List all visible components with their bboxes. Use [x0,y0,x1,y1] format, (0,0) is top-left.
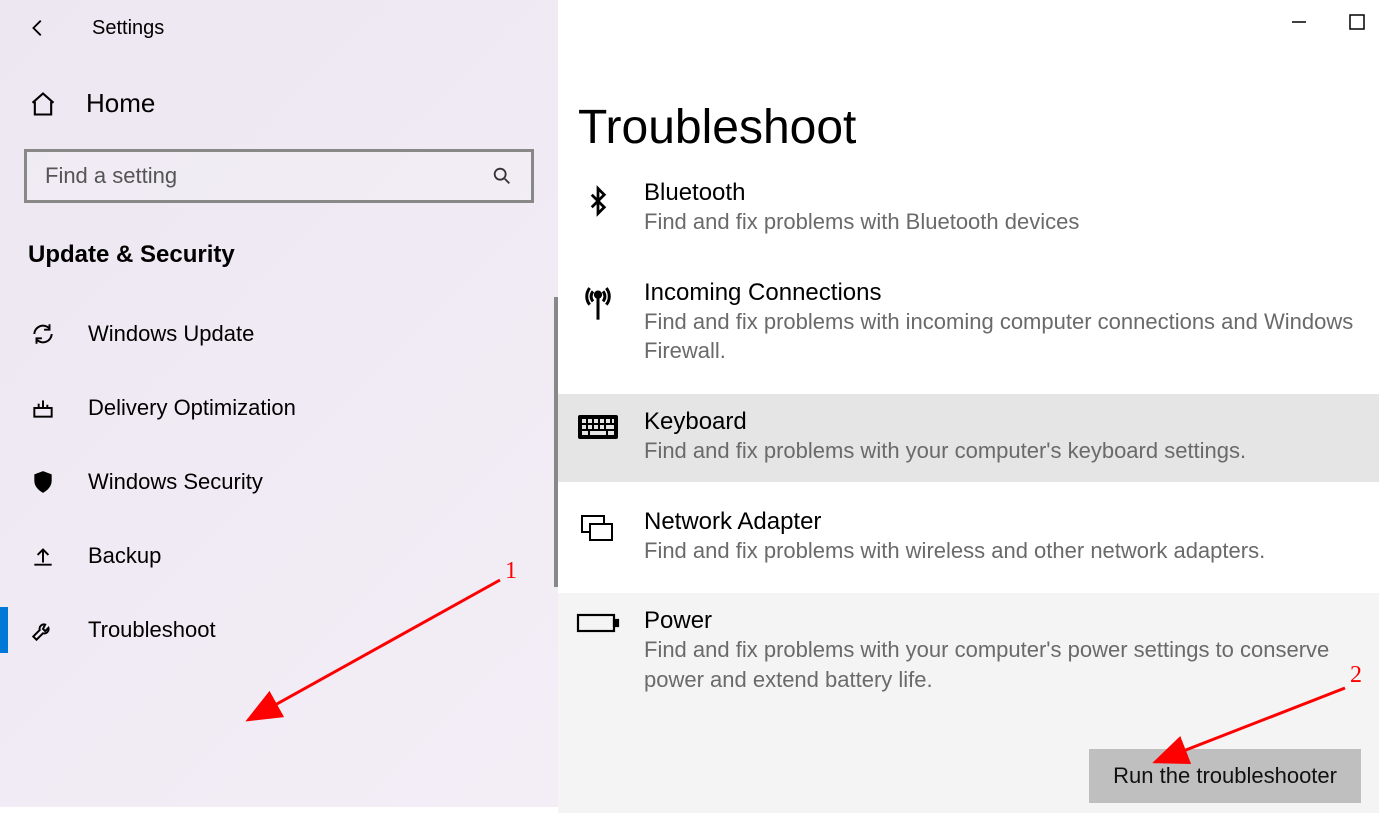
sidebar-item-troubleshoot[interactable]: Troubleshoot [0,593,558,667]
sidebar-item-backup[interactable]: Backup [0,519,558,593]
troubleshoot-item-desc: Find and fix problems with your computer… [644,635,1361,694]
page-title: Troubleshoot [558,20,1379,165]
sidebar-item-label: Troubleshoot [88,617,216,643]
troubleshoot-item-title: Incoming Connections [644,279,1361,307]
titlebar: Settings [0,14,558,70]
home-link[interactable]: Home [0,70,558,143]
nav-list: Windows Update Delivery Optimization Win… [0,297,558,667]
troubleshoot-item-keyboard[interactable]: Keyboard Find and fix problems with your… [558,394,1379,482]
run-row: Run the troubleshooter [576,719,1361,813]
troubleshoot-item-title: Power [644,607,1361,635]
keyboard-icon [576,408,620,448]
delivery-icon [28,393,58,423]
troubleshoot-list: Bluetooth Find and fix problems with Blu… [558,165,1379,813]
network-adapter-icon [576,508,620,548]
search-input[interactable] [45,163,491,189]
sidebar-item-windows-security[interactable]: Windows Security [0,445,558,519]
sidebar-item-label: Windows Update [88,321,254,347]
window-controls [1287,10,1369,34]
troubleshoot-item-title: Bluetooth [644,179,1361,207]
troubleshoot-item-desc: Find and fix problems with incoming comp… [644,307,1361,366]
search-box[interactable] [24,149,534,203]
antenna-icon [576,279,620,319]
troubleshoot-item-desc: Find and fix problems with wireless and … [644,536,1361,566]
shield-icon [28,467,58,497]
sidebar-item-label: Backup [88,543,161,569]
sidebar-item-label: Windows Security [88,469,263,495]
search-icon [491,165,513,187]
bluetooth-icon [576,179,620,219]
troubleshoot-item-desc: Find and fix problems with your computer… [644,436,1361,466]
minimize-button[interactable] [1287,10,1311,34]
back-button[interactable] [24,14,52,42]
troubleshoot-item-title: Keyboard [644,408,1361,436]
troubleshoot-item-bluetooth[interactable]: Bluetooth Find and fix problems with Blu… [558,165,1379,253]
sidebar: Settings Home Update & Security [0,0,558,807]
sidebar-item-label: Delivery Optimization [88,395,296,421]
home-icon [28,89,58,119]
run-troubleshooter-button[interactable]: Run the troubleshooter [1089,749,1361,803]
sidebar-item-windows-update[interactable]: Windows Update [0,297,558,371]
troubleshoot-item-title: Network Adapter [644,508,1361,536]
troubleshoot-item-incoming-connections[interactable]: Incoming Connections Find and fix proble… [558,265,1379,382]
backup-icon [28,541,58,571]
battery-icon [576,607,620,647]
main-panel: Troubleshoot Bluetooth Find and fix prob… [558,0,1379,807]
sync-icon [28,319,58,349]
troubleshoot-item-network-adapter[interactable]: Network Adapter Find and fix problems wi… [558,494,1379,582]
app-title: Settings [92,17,164,40]
home-label: Home [86,88,155,119]
wrench-icon [28,615,58,645]
section-header: Update & Security [0,231,558,297]
troubleshoot-item-desc: Find and fix problems with Bluetooth dev… [644,207,1361,237]
troubleshoot-item-power[interactable]: Power Find and fix problems with your co… [558,593,1379,812]
sidebar-item-delivery-optimization[interactable]: Delivery Optimization [0,371,558,445]
maximize-button[interactable] [1345,10,1369,34]
